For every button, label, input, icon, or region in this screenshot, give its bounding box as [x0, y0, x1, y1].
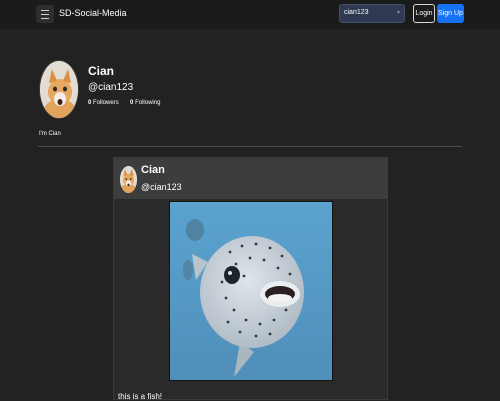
profile-stats: 0 Followers 0 Following: [88, 100, 160, 106]
search-value: cian123: [344, 9, 369, 16]
post-author-name[interactable]: Cian: [141, 164, 165, 176]
profile-avatar: [39, 60, 79, 119]
profile-name: Cian: [88, 64, 115, 78]
followers-label[interactable]: Followers: [93, 100, 119, 106]
post-author-avatar[interactable]: [120, 166, 137, 193]
profile-handle: @cian123: [88, 82, 134, 93]
following-label[interactable]: Following: [135, 100, 160, 106]
login-button[interactable]: Login: [413, 4, 435, 23]
signup-button[interactable]: Sign Up: [437, 4, 464, 23]
profile-bio: I'm Cian: [39, 131, 61, 137]
divider: [38, 146, 462, 147]
chevron-down-icon: ▾: [396, 10, 400, 16]
navbar: SD-Social-Media cian123 ▾ Login Sign Up: [0, 0, 500, 29]
search-input[interactable]: cian123 ▾: [339, 4, 405, 23]
post-card: Cian @cian123 this is a fish!: [113, 157, 388, 401]
followers-count: 0: [88, 100, 92, 106]
following-count: 0: [130, 100, 134, 106]
post-image: [169, 201, 333, 381]
post-author-handle: @cian123: [141, 182, 182, 192]
post-header: Cian @cian123: [114, 158, 387, 199]
brand-link[interactable]: SD-Social-Media: [59, 8, 127, 18]
hamburger-menu-icon[interactable]: [36, 5, 54, 23]
